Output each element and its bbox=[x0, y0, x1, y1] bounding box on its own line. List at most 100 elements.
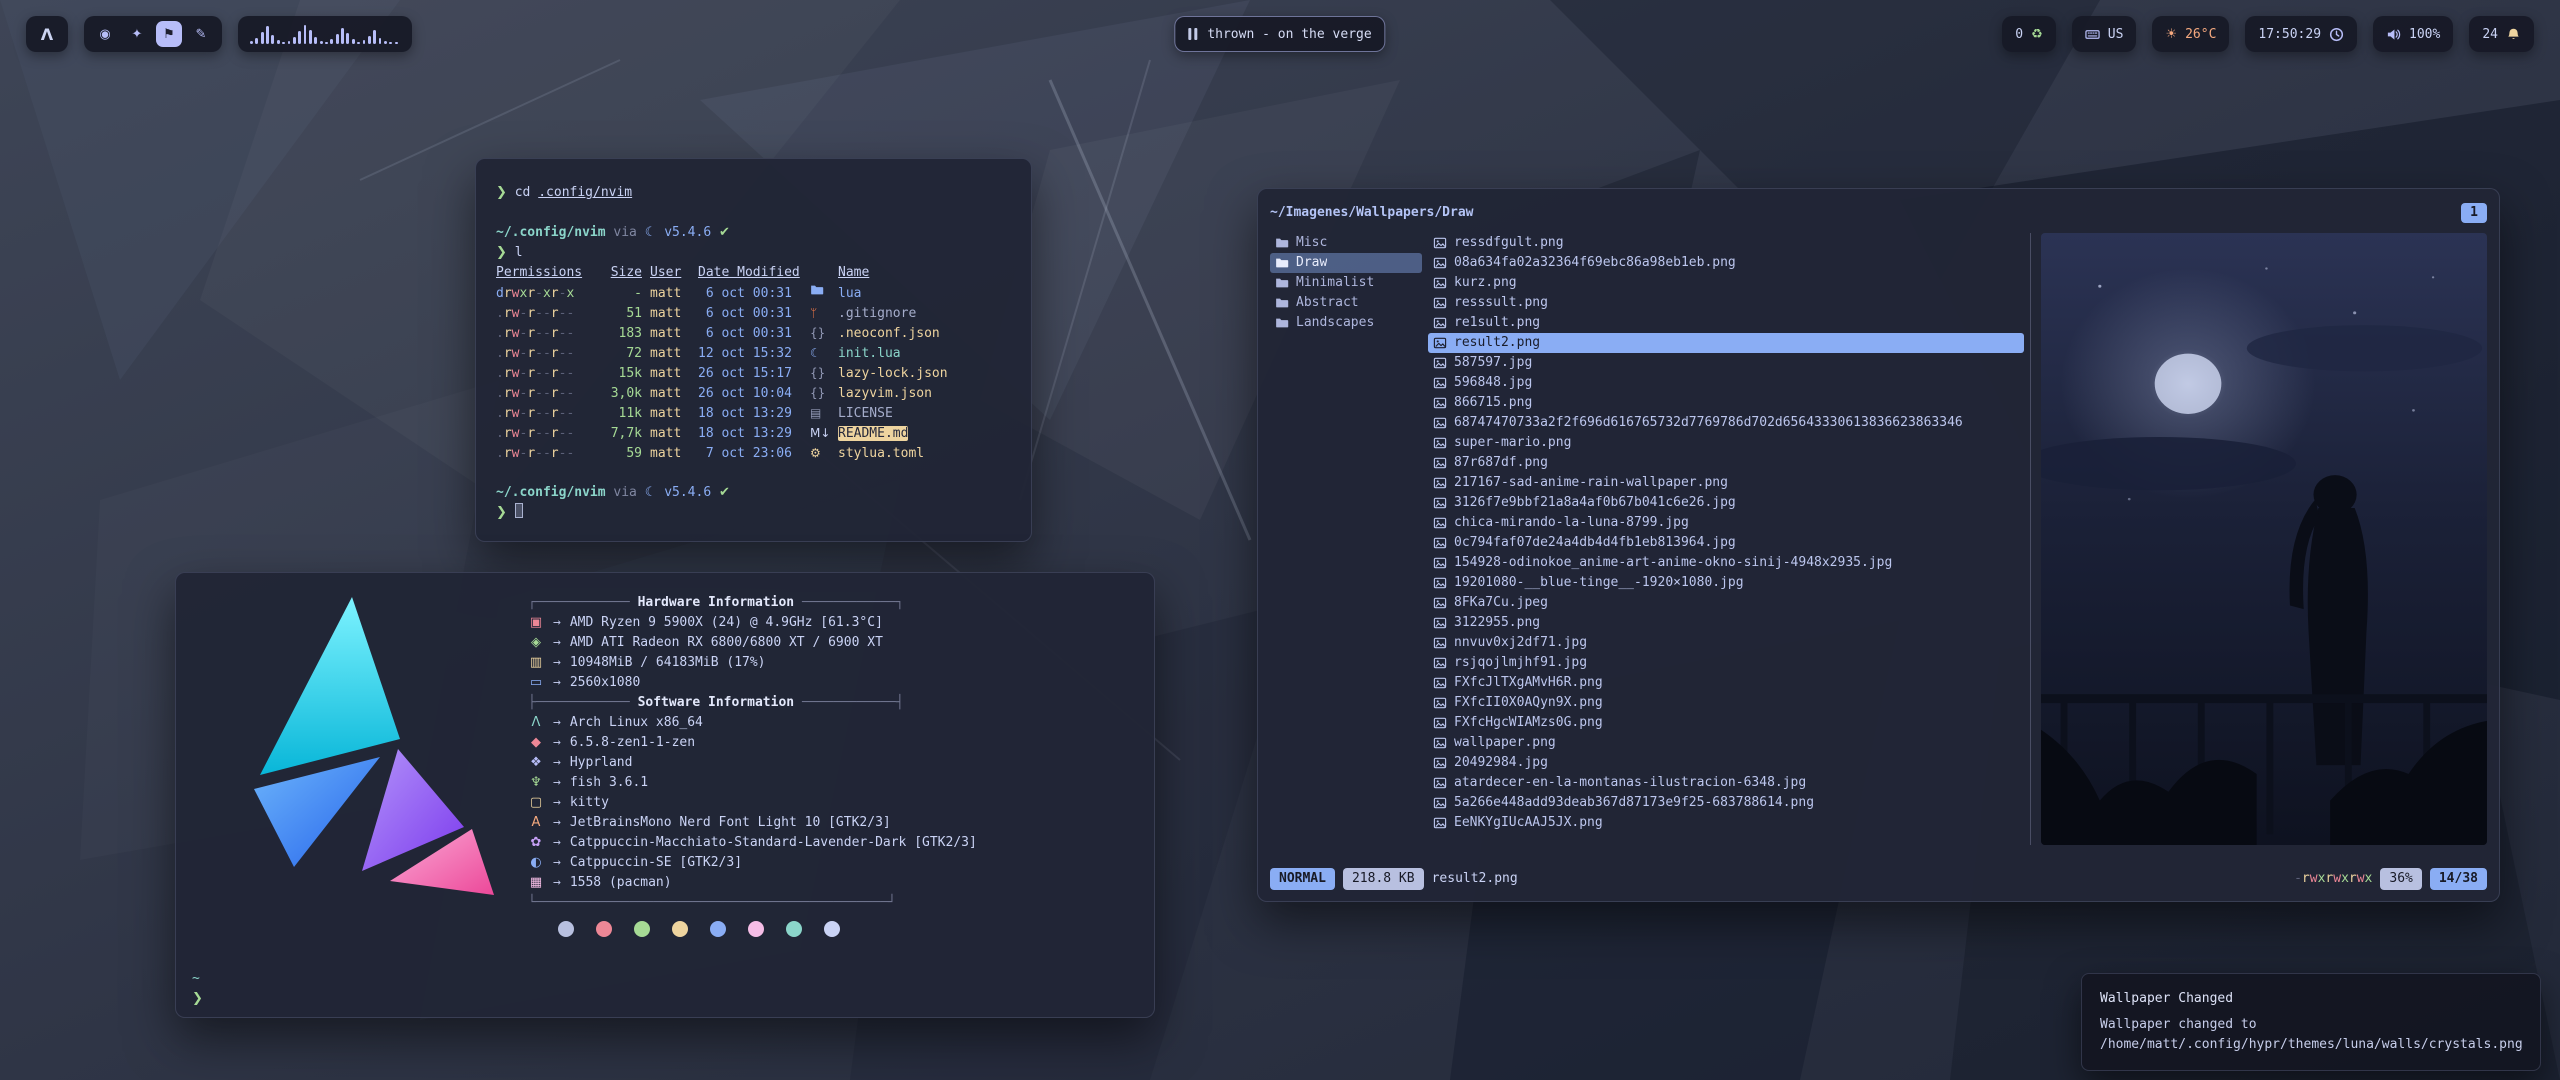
image-file-icon bbox=[1433, 576, 1447, 590]
file-item[interactable]: 587597.jpg bbox=[1428, 353, 2024, 373]
file-item[interactable]: re1sult.png bbox=[1428, 313, 2024, 333]
clock-icon bbox=[2329, 27, 2344, 42]
file-item[interactable]: 3122955.png bbox=[1428, 613, 2024, 633]
file-permissions: .rw-r--r-- bbox=[496, 384, 582, 404]
updates-module[interactable]: 0 ♻ bbox=[2002, 16, 2055, 52]
file-item[interactable]: chica-mirando-la-luna-8799.jpg bbox=[1428, 513, 2024, 533]
file-name: FXfcII0X0AQyn9X.png bbox=[1454, 693, 1603, 713]
visualizer-bar bbox=[255, 38, 258, 44]
visualizer-bar bbox=[250, 41, 253, 44]
file-owner: matt bbox=[650, 344, 690, 364]
visualizer-bar bbox=[282, 42, 285, 44]
directory-item[interactable]: Misc bbox=[1270, 233, 1422, 253]
file-name: 154928-odinokoe_anime-art-anime-okno-sin… bbox=[1454, 553, 1892, 573]
launcher-button[interactable]: Λ bbox=[26, 16, 68, 52]
workspace-button[interactable]: ✎ bbox=[188, 21, 214, 47]
file-item[interactable]: super-mario.png bbox=[1428, 433, 2024, 453]
file-item[interactable]: 08a634fa02a32364f69ebc86a98eb1eb.png bbox=[1428, 253, 2024, 273]
file-item[interactable]: 68747470733a2f2f696d616765732d7769786d70… bbox=[1428, 413, 2024, 433]
file-item[interactable]: result2.png bbox=[1428, 333, 2024, 353]
file-item[interactable]: FXfcJlTXgAMvH6R.png bbox=[1428, 673, 2024, 693]
file-item[interactable]: 154928-odinokoe_anime-art-anime-okno-sin… bbox=[1428, 553, 2024, 573]
file-type-icon: ☾ bbox=[810, 346, 821, 360]
check-icon: ✔ bbox=[719, 225, 730, 240]
file-name: resssult.png bbox=[1454, 293, 1548, 313]
weather-module[interactable]: ☀ 26°C bbox=[2152, 16, 2229, 52]
clock-module[interactable]: 17:50:29 bbox=[2245, 16, 2357, 52]
file-item[interactable]: EeNKYgIUcAAJ5JX.png bbox=[1428, 813, 2024, 833]
visualizer-bar bbox=[368, 36, 371, 44]
file-item[interactable]: kurz.png bbox=[1428, 273, 2024, 293]
ls-header-row: Permissions Size User Date Modified Name bbox=[496, 263, 1011, 283]
info-value: Catppuccin-Macchiato-Standard-Lavender-D… bbox=[570, 833, 977, 853]
info-icon: A bbox=[528, 813, 544, 833]
tab-badge[interactable]: 1 bbox=[2461, 203, 2487, 223]
volume-module[interactable]: 100% bbox=[2373, 16, 2453, 52]
info-value: Arch Linux x86_64 bbox=[570, 713, 703, 733]
info-row: ▥ → 10948MiB / 64183MiB (17%) bbox=[528, 653, 1140, 673]
directory-item[interactable]: Draw bbox=[1270, 253, 1422, 273]
info-value: 10948MiB / 64183MiB (17%) bbox=[570, 653, 766, 673]
file-manager-header: ~/Imagenes/Wallpapers/Draw 1 bbox=[1270, 201, 2487, 225]
image-file-icon bbox=[1433, 616, 1447, 630]
prompt-via: via bbox=[613, 225, 636, 240]
info-icon: ✿ bbox=[528, 833, 544, 853]
file-permissions: .rw-r--r-- bbox=[496, 324, 582, 344]
ls-row: .rw-r--r-- 3,0k matt 26 oct 10:04 {} laz… bbox=[496, 383, 1011, 403]
notification-popup[interactable]: Wallpaper Changed Wallpaper changed to /… bbox=[2081, 973, 2541, 1071]
file-item[interactable]: 217167-sad-anime-rain-wallpaper.png bbox=[1428, 473, 2024, 493]
image-file-icon bbox=[1433, 756, 1447, 770]
file-item[interactable]: atardecer-en-la-montanas-ilustracion-634… bbox=[1428, 773, 2024, 793]
file-item[interactable]: FXfcHgcWIAMzs0G.png bbox=[1428, 713, 2024, 733]
file-name: init.lua bbox=[838, 346, 901, 361]
file-item[interactable]: 87r687df.png bbox=[1428, 453, 2024, 473]
notifications-module[interactable]: 24 bbox=[2469, 16, 2534, 52]
info-value: fish 3.6.1 bbox=[570, 773, 648, 793]
file-item[interactable]: nnvuv0xj2df71.jpg bbox=[1428, 633, 2024, 653]
info-value: Catppuccin-SE [GTK2/3] bbox=[570, 853, 742, 873]
file-item[interactable]: rsjqojlmjhf91.jpg bbox=[1428, 653, 2024, 673]
workspace-button[interactable]: ◉ bbox=[92, 21, 118, 47]
image-file-icon bbox=[1433, 376, 1447, 390]
directory-item[interactable]: Landscapes bbox=[1270, 313, 1422, 333]
file-owner: matt bbox=[650, 284, 690, 304]
keyboard-layout-module[interactable]: US bbox=[2072, 16, 2137, 52]
file-item[interactable]: 0c794faf07de24a4db4d4fb1eb813964.jpg bbox=[1428, 533, 2024, 553]
cursor-line[interactable]: ❯ bbox=[496, 503, 1011, 523]
visualizer-bar bbox=[304, 25, 307, 44]
workspace-button[interactable]: ✦ bbox=[124, 21, 150, 47]
file-item[interactable]: 19201080-__blue-tinge__-1920×1080.jpg bbox=[1428, 573, 2024, 593]
workspaces-module: ◉ ✦ ⚑ ✎ bbox=[84, 16, 222, 52]
file-date: 7 oct 23:06 bbox=[698, 444, 802, 464]
file-item[interactable]: FXfcII0X0AQyn9X.png bbox=[1428, 693, 2024, 713]
file-item[interactable]: 3126f7e9bbf21a8a4af0b67b041c6e26.jpg bbox=[1428, 493, 2024, 513]
directory-item[interactable]: Minimalist bbox=[1270, 273, 1422, 293]
file-date: 26 oct 15:17 bbox=[698, 364, 802, 384]
file-permissions: .rw-r--r-- bbox=[496, 404, 582, 424]
visualizer-bar bbox=[261, 32, 264, 44]
file-item[interactable]: wallpaper.png bbox=[1428, 733, 2024, 753]
directory-item[interactable]: Abstract bbox=[1270, 293, 1422, 313]
info-value: 1558 (pacman) bbox=[570, 873, 672, 893]
prompt-symbol: ❯ bbox=[192, 991, 203, 1006]
file-item[interactable]: ressdfgult.png bbox=[1428, 233, 2024, 253]
file-item[interactable]: 8FKa7Cu.jpeg bbox=[1428, 593, 2024, 613]
info-row: ♆ → fish 3.6.1 bbox=[528, 773, 1140, 793]
file-item[interactable]: resssult.png bbox=[1428, 293, 2024, 313]
visualizer-bar bbox=[352, 39, 355, 44]
workspace-button[interactable]: ⚑ bbox=[156, 21, 182, 47]
info-icon: ◐ bbox=[528, 853, 544, 873]
hardware-info-list: ▣ → AMD Ryzen 9 5900X (24) @ 4.9GHz [61.… bbox=[528, 613, 1140, 693]
file-item[interactable]: 20492984.jpg bbox=[1428, 753, 2024, 773]
file-item[interactable]: 596848.jpg bbox=[1428, 373, 2024, 393]
palette-dot bbox=[558, 921, 574, 937]
palette-dot bbox=[710, 921, 726, 937]
info-value: Hyprland bbox=[570, 753, 633, 773]
file-item[interactable]: 5a266e448add93deab367d87173e9f25-6837886… bbox=[1428, 793, 2024, 813]
arrow-icon: → bbox=[553, 733, 561, 753]
file-name: 8FKa7Cu.jpeg bbox=[1454, 593, 1548, 613]
file-item[interactable]: 866715.png bbox=[1428, 393, 2024, 413]
folder-icon bbox=[1275, 236, 1289, 250]
media-player-pill[interactable]: thrown - on the verge bbox=[1174, 16, 1385, 52]
header-user: User bbox=[650, 263, 690, 283]
